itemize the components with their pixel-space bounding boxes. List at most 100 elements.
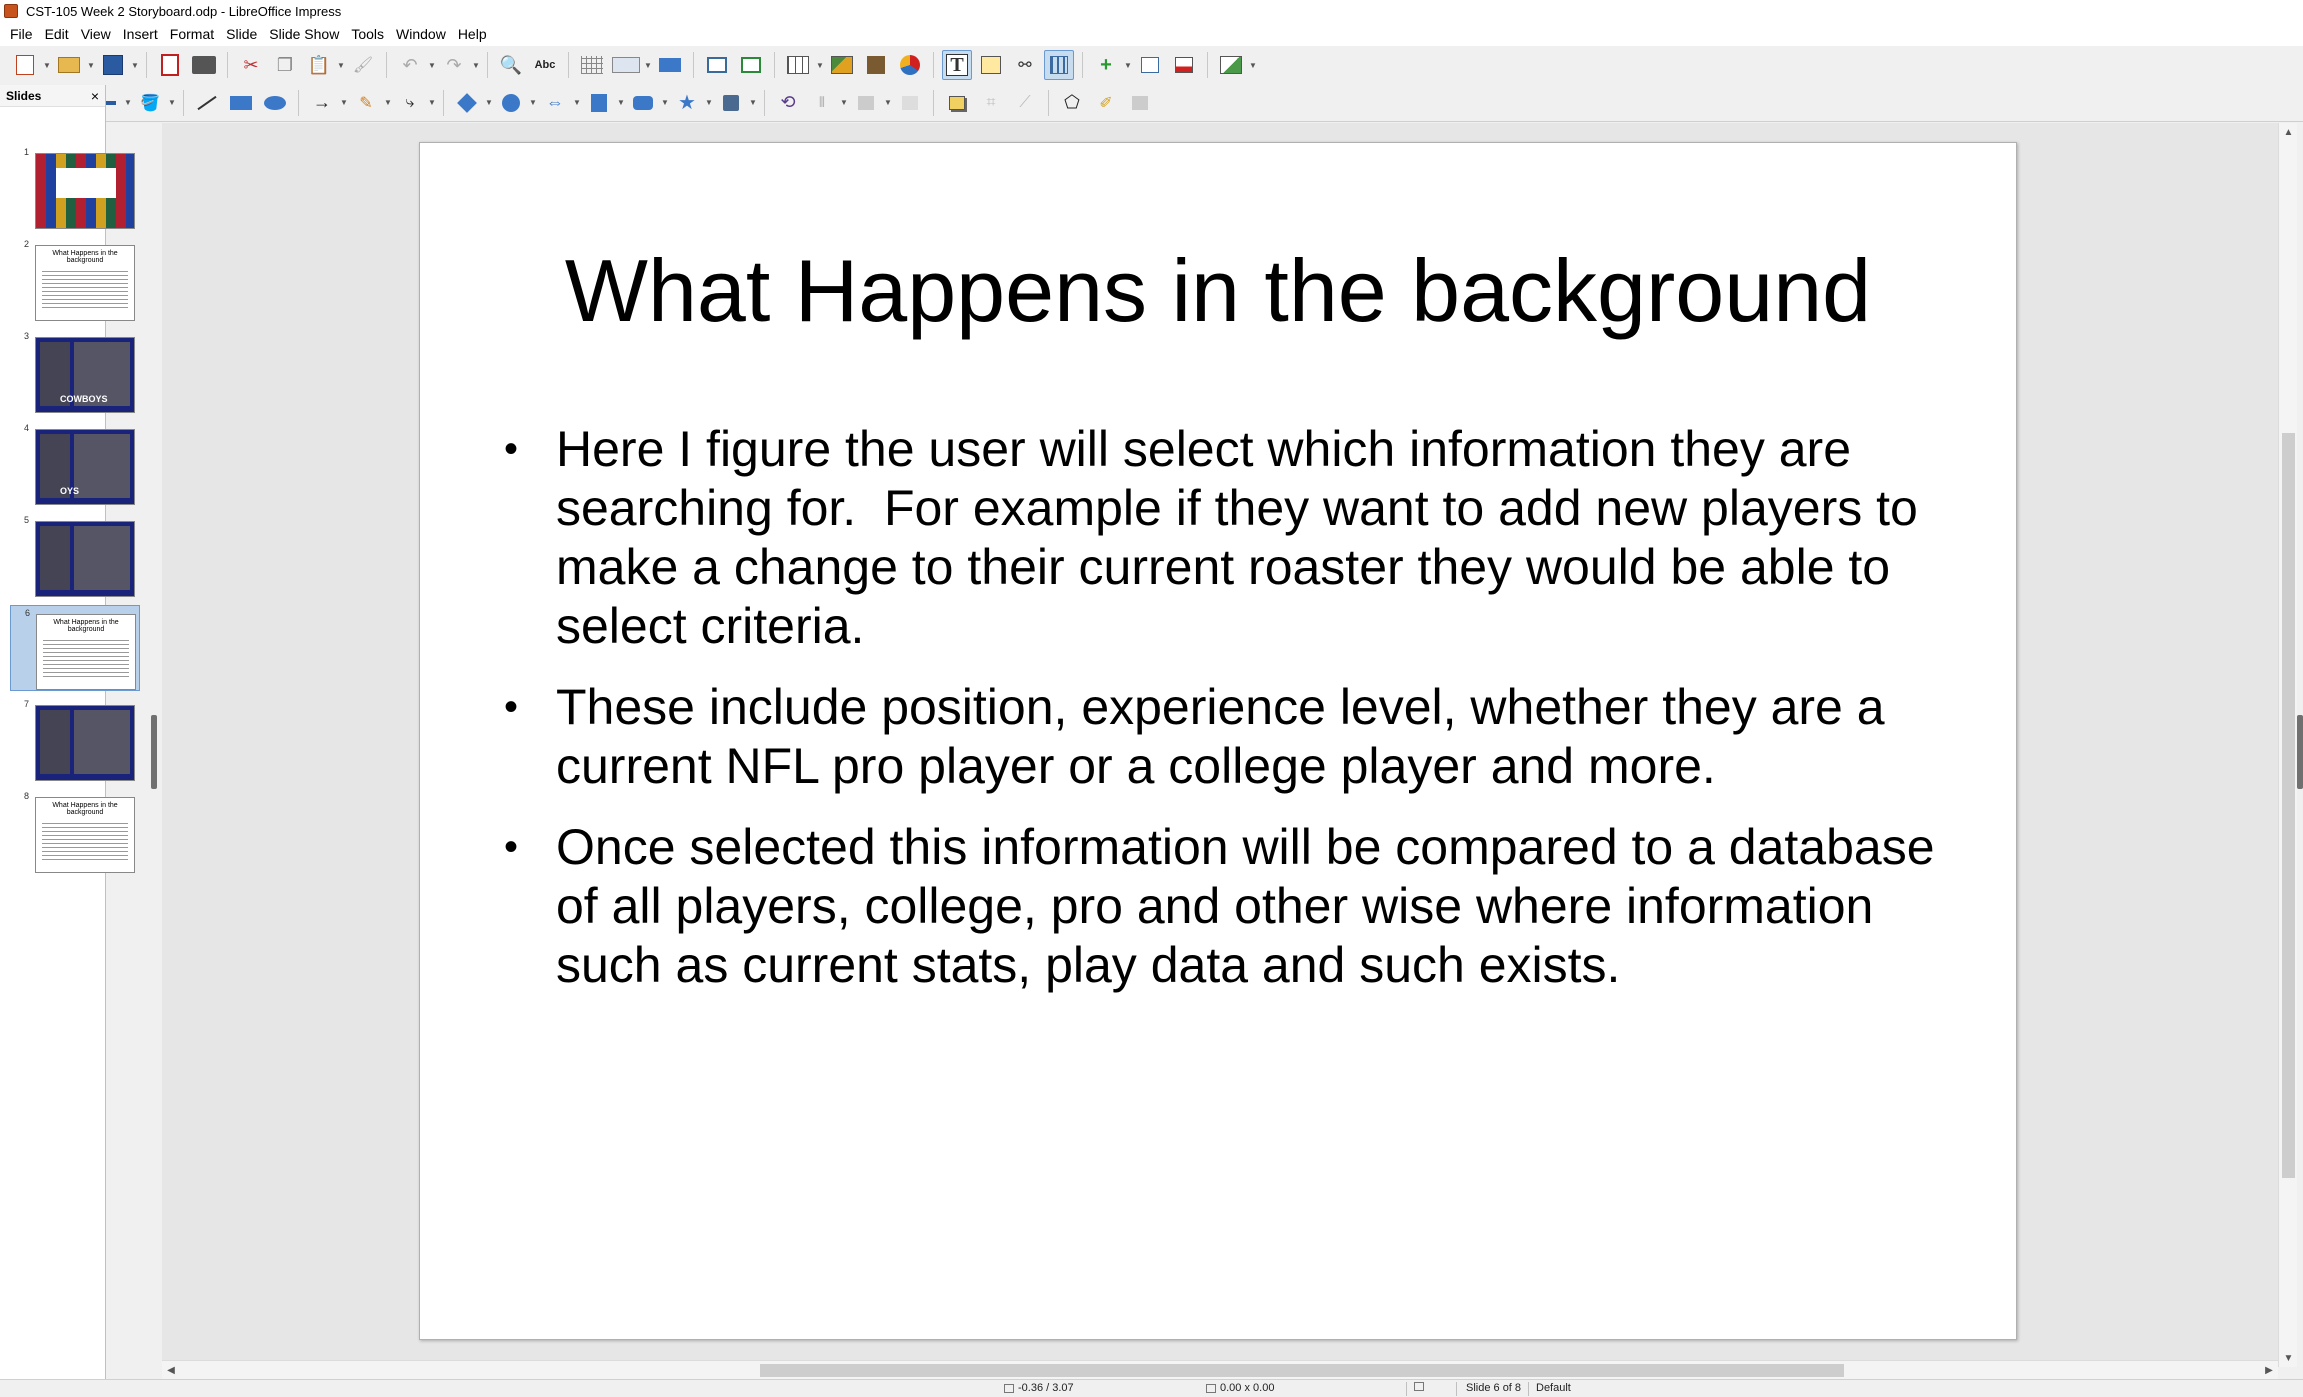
- insert-table-dropdown[interactable]: ▼: [815, 61, 825, 70]
- display-grid-button[interactable]: [577, 50, 607, 80]
- align-button[interactable]: ⫴: [807, 88, 837, 118]
- symbol-shapes-button[interactable]: [496, 88, 526, 118]
- display-views-button[interactable]: [611, 50, 641, 80]
- basic-shapes-dropdown[interactable]: ▼: [484, 98, 494, 107]
- start-from-current-button[interactable]: [736, 50, 766, 80]
- slide-title[interactable]: What Happens in the background: [0, 240, 2303, 342]
- horizontal-scrollbar[interactable]: ◀ ▶: [162, 1360, 2278, 1379]
- slide-layout-button[interactable]: [1216, 50, 1246, 80]
- bullet-text[interactable]: Here I figure the user will select which…: [556, 420, 1974, 656]
- left-splitter-handle[interactable]: [151, 715, 157, 789]
- menu-slide[interactable]: Slide: [220, 26, 263, 42]
- bullet-text[interactable]: Once selected this information will be c…: [556, 818, 1974, 995]
- duplicate-slide-button[interactable]: [1135, 50, 1165, 80]
- document-modified-indicator[interactable]: [1414, 1382, 1428, 1391]
- master-layout-name[interactable]: Default: [1536, 1382, 1571, 1394]
- redo-button[interactable]: ↷: [439, 50, 469, 80]
- crop-button[interactable]: ⌗: [976, 88, 1006, 118]
- callouts-dropdown[interactable]: ▼: [660, 98, 670, 107]
- arrange-button[interactable]: [851, 88, 881, 118]
- show-draw-functions-button[interactable]: ⚯: [1010, 50, 1040, 80]
- start-from-first-button[interactable]: [702, 50, 732, 80]
- distribute-button[interactable]: [895, 88, 925, 118]
- slide-body[interactable]: • Here I figure the user will select whi…: [504, 420, 1974, 1017]
- slide-layout-dropdown[interactable]: ▼: [1248, 61, 1258, 70]
- slide-thumbnail[interactable]: 6 What Happens in the background: [10, 605, 140, 691]
- fill-color-button[interactable]: 🪣: [135, 88, 165, 118]
- shadow-button[interactable]: [942, 88, 972, 118]
- redo-dropdown[interactable]: ▼: [471, 61, 481, 70]
- horizontal-scroll-thumb[interactable]: [760, 1364, 1844, 1377]
- curves-polygons-button[interactable]: ✎: [351, 88, 381, 118]
- new-document-dropdown[interactable]: ▼: [42, 61, 52, 70]
- bullet-item[interactable]: • Once selected this information will be…: [504, 818, 1974, 995]
- menu-slide-show[interactable]: Slide Show: [263, 26, 345, 42]
- slide-thumbnail[interactable]: 7: [10, 697, 140, 783]
- points-button[interactable]: ⬠: [1057, 88, 1087, 118]
- 3d-objects-button[interactable]: [716, 88, 746, 118]
- stars-dropdown[interactable]: ▼: [704, 98, 714, 107]
- scroll-up-icon[interactable]: ▲: [2279, 123, 2298, 141]
- new-document-button[interactable]: [10, 50, 40, 80]
- menu-format[interactable]: Format: [164, 26, 220, 42]
- lines-arrows-button[interactable]: →: [307, 88, 337, 118]
- bullet-text[interactable]: These include position, experience level…: [556, 678, 1974, 796]
- scroll-left-icon[interactable]: ◀: [162, 1361, 180, 1380]
- menu-insert[interactable]: Insert: [117, 26, 164, 42]
- master-slide-button[interactable]: [655, 50, 685, 80]
- insert-fontwork-button[interactable]: [976, 50, 1006, 80]
- insert-image-button[interactable]: [827, 50, 857, 80]
- connectors-button[interactable]: ⤷: [395, 88, 425, 118]
- cut-button[interactable]: ✂: [236, 50, 266, 80]
- delete-slide-button[interactable]: [1169, 50, 1199, 80]
- display-views-dropdown[interactable]: ▼: [643, 61, 653, 70]
- 3d-objects-dropdown[interactable]: ▼: [748, 98, 758, 107]
- line-color-dropdown[interactable]: ▼: [123, 98, 133, 107]
- save-dropdown[interactable]: ▼: [130, 61, 140, 70]
- toggle-3d-button[interactable]: [1125, 88, 1155, 118]
- callouts-button[interactable]: [628, 88, 658, 118]
- block-arrows-button[interactable]: ⇔: [540, 88, 570, 118]
- scroll-right-icon[interactable]: ▶: [2260, 1361, 2278, 1380]
- close-icon[interactable]: ×: [91, 88, 99, 104]
- find-replace-button[interactable]: 🔍: [496, 50, 526, 80]
- undo-button[interactable]: ↶: [395, 50, 425, 80]
- menu-tools[interactable]: Tools: [345, 26, 390, 42]
- insert-table-button[interactable]: [783, 50, 813, 80]
- curves-polygons-dropdown[interactable]: ▼: [383, 98, 393, 107]
- save-button[interactable]: [98, 50, 128, 80]
- symbol-shapes-dropdown[interactable]: ▼: [528, 98, 538, 107]
- open-dropdown[interactable]: ▼: [86, 61, 96, 70]
- arrange-dropdown[interactable]: ▼: [883, 98, 893, 107]
- print-button[interactable]: [189, 50, 219, 80]
- flowchart-button[interactable]: [584, 88, 614, 118]
- menu-window[interactable]: Window: [390, 26, 452, 42]
- toggle-extrusion-button[interactable]: ✐: [1091, 88, 1121, 118]
- new-slide-button[interactable]: +: [1091, 50, 1121, 80]
- flowchart-dropdown[interactable]: ▼: [616, 98, 626, 107]
- insert-rectangle-button[interactable]: [226, 88, 256, 118]
- block-arrows-dropdown[interactable]: ▼: [572, 98, 582, 107]
- copy-button[interactable]: ❐: [270, 50, 300, 80]
- connectors-dropdown[interactable]: ▼: [427, 98, 437, 107]
- stars-button[interactable]: ★: [672, 88, 702, 118]
- spelling-button[interactable]: Abc: [530, 50, 560, 80]
- vertical-scroll-thumb[interactable]: [2282, 433, 2295, 1178]
- bullet-item[interactable]: • Here I figure the user will select whi…: [504, 420, 1974, 656]
- right-splitter-handle[interactable]: [2297, 715, 2303, 789]
- slide-thumbnail[interactable]: 4 OYS: [10, 421, 140, 507]
- open-button[interactable]: [54, 50, 84, 80]
- filter-button[interactable]: ⟋: [1010, 88, 1040, 118]
- clone-formatting-button[interactable]: 🖌: [348, 50, 378, 80]
- paste-button[interactable]: 📋: [304, 50, 334, 80]
- menu-view[interactable]: View: [75, 26, 117, 42]
- scroll-down-icon[interactable]: ▼: [2279, 1349, 2298, 1367]
- export-pdf-button[interactable]: [155, 50, 185, 80]
- bullet-item[interactable]: • These include position, experience lev…: [504, 678, 1974, 796]
- glue-points-button[interactable]: [1044, 50, 1074, 80]
- undo-dropdown[interactable]: ▼: [427, 61, 437, 70]
- insert-text-box-button[interactable]: T: [942, 50, 972, 80]
- menu-file[interactable]: File: [4, 26, 39, 42]
- rotate-button[interactable]: ⟲: [773, 88, 803, 118]
- vertical-scrollbar[interactable]: ▲ ▼: [2278, 123, 2297, 1367]
